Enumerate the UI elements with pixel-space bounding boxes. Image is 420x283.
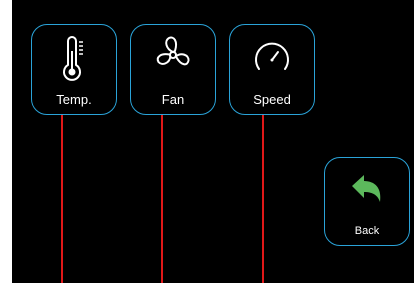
fan-label: Fan (161, 92, 185, 107)
speed-button[interactable]: Speed (229, 24, 315, 115)
temp-wire (61, 115, 63, 283)
back-label: Back (354, 225, 380, 237)
temp-button[interactable]: Temp. (31, 24, 117, 115)
display-screen: Temp. Fan Speed Back (12, 0, 414, 283)
speedometer-icon (230, 35, 314, 79)
speed-wire (262, 115, 264, 283)
fan-wire (161, 115, 163, 283)
back-button[interactable]: Back (324, 157, 410, 246)
temp-label: Temp. (56, 92, 92, 107)
thermometer-icon (32, 35, 116, 81)
speed-label: Speed (253, 92, 291, 107)
fan-button[interactable]: Fan (130, 24, 216, 115)
fan-icon (131, 35, 215, 75)
back-arrow-icon (325, 172, 409, 212)
